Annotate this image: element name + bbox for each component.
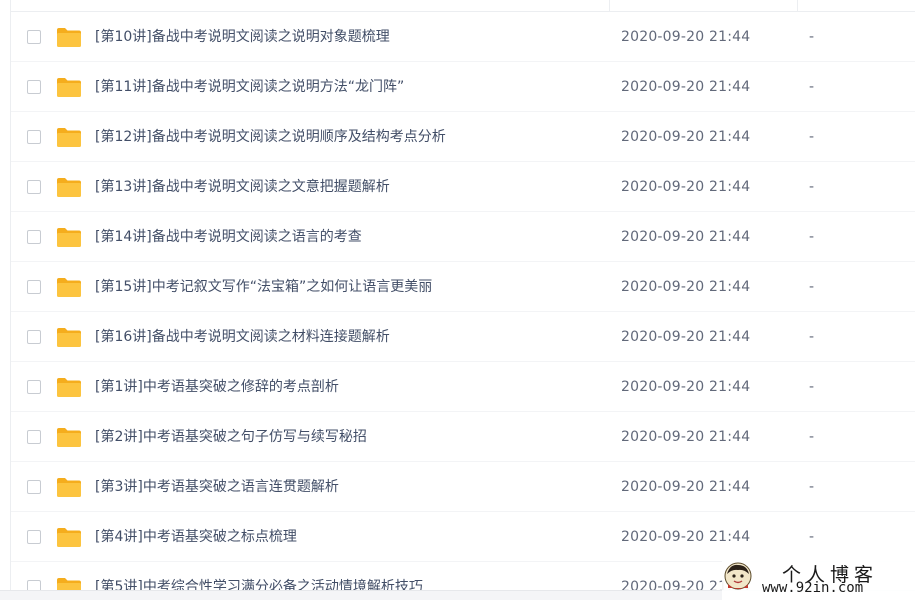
file-row[interactable]: [第13讲]备战中考说明文阅读之文意把握题解析 2020-09-20 21:44 -: [11, 162, 915, 212]
row-checkbox[interactable]: [27, 280, 41, 294]
file-row[interactable]: [第10讲]备战中考说明文阅读之说明对象题梳理 2020-09-20 21:44 -: [11, 12, 915, 62]
file-size: -: [809, 329, 815, 345]
file-name[interactable]: [第2讲]中考语基突破之句子仿写与续写秘招: [95, 428, 367, 446]
file-row[interactable]: [第11讲]备战中考说明文阅读之说明方法“龙门阵” 2020-09-20 21:4…: [11, 62, 915, 112]
file-row[interactable]: [第12讲]备战中考说明文阅读之说明顺序及结构考点分析 2020-09-20 21…: [11, 112, 915, 162]
file-row[interactable]: [第1讲]中考语基突破之修辞的考点剖析 2020-09-20 21:44 -: [11, 362, 915, 412]
watermark-url: www.92in.com: [762, 580, 864, 596]
file-row[interactable]: [第15讲]中考记叙文写作“法宝箱”之如何让语言更美丽 2020-09-20 21…: [11, 262, 915, 312]
file-list: [第10讲]备战中考说明文阅读之说明对象题梳理 2020-09-20 21:44 -…: [11, 12, 915, 600]
file-date: 2020-09-20 21:44: [621, 429, 751, 445]
file-name[interactable]: [第3讲]中考语基突破之语言连贯题解析: [95, 478, 339, 496]
row-checkbox[interactable]: [27, 180, 41, 194]
file-name[interactable]: [第15讲]中考记叙文写作“法宝箱”之如何让语言更美丽: [95, 278, 432, 296]
avatar-icon: [724, 562, 752, 590]
row-checkbox[interactable]: [27, 80, 41, 94]
file-name[interactable]: [第13讲]备战中考说明文阅读之文意把握题解析: [95, 178, 390, 196]
folder-icon: [57, 278, 81, 297]
file-size: -: [809, 529, 815, 545]
file-row[interactable]: [第3讲]中考语基突破之语言连贯题解析 2020-09-20 21:44 -: [11, 462, 915, 512]
file-size: -: [809, 29, 815, 45]
file-date: 2020-09-20 21:44: [621, 329, 751, 345]
file-size: -: [809, 379, 815, 395]
file-row[interactable]: [第2讲]中考语基突破之句子仿写与续写秘招 2020-09-20 21:44 -: [11, 412, 915, 462]
file-browser: [第10讲]备战中考说明文阅读之说明对象题梳理 2020-09-20 21:44 -…: [0, 0, 915, 600]
folder-icon: [57, 328, 81, 347]
watermark: 个人博客 www.92in.com: [722, 558, 915, 600]
file-date: 2020-09-20 21:44: [621, 529, 751, 545]
file-date: 2020-09-20 21:44: [621, 379, 751, 395]
folder-icon: [57, 178, 81, 197]
file-date: 2020-09-20 21:44: [621, 279, 751, 295]
file-row[interactable]: [第4讲]中考语基突破之标点梳理 2020-09-20 21:44 -: [11, 512, 915, 562]
row-checkbox[interactable]: [27, 480, 41, 494]
row-checkbox[interactable]: [27, 130, 41, 144]
file-date: 2020-09-20 21:44: [621, 129, 751, 145]
folder-icon: [57, 28, 81, 47]
folder-icon: [57, 478, 81, 497]
file-date: 2020-09-20 21:44: [621, 29, 751, 45]
row-checkbox[interactable]: [27, 530, 41, 544]
file-size: -: [809, 79, 815, 95]
file-name[interactable]: [第4讲]中考语基突破之标点梳理: [95, 528, 297, 546]
file-size: -: [809, 179, 815, 195]
file-name[interactable]: [第10讲]备战中考说明文阅读之说明对象题梳理: [95, 28, 390, 46]
file-date: 2020-09-20 21:44: [621, 479, 751, 495]
file-name[interactable]: [第11讲]备战中考说明文阅读之说明方法“龙门阵”: [95, 78, 404, 96]
folder-icon: [57, 228, 81, 247]
folder-icon: [57, 528, 81, 547]
folder-icon: [57, 428, 81, 447]
file-name[interactable]: [第12讲]备战中考说明文阅读之说明顺序及结构考点分析: [95, 128, 446, 146]
folder-icon: [57, 378, 81, 397]
file-date: 2020-09-20 21:44: [621, 79, 751, 95]
folder-icon: [57, 128, 81, 147]
row-checkbox[interactable]: [27, 380, 41, 394]
file-row[interactable]: [第16讲]备战中考说明文阅读之材料连接题解析 2020-09-20 21:44 -: [11, 312, 915, 362]
file-name[interactable]: [第14讲]备战中考说明文阅读之语言的考查: [95, 228, 362, 246]
file-size: -: [809, 479, 815, 495]
column-divider: [609, 0, 610, 11]
file-size: -: [809, 279, 815, 295]
file-name[interactable]: [第16讲]备战中考说明文阅读之材料连接题解析: [95, 328, 390, 346]
folder-icon: [57, 78, 81, 97]
file-size: -: [809, 129, 815, 145]
row-checkbox[interactable]: [27, 430, 41, 444]
file-size: -: [809, 429, 815, 445]
row-checkbox[interactable]: [27, 330, 41, 344]
column-divider: [797, 0, 798, 11]
header-strip: [11, 0, 915, 12]
file-size: -: [809, 229, 815, 245]
file-row[interactable]: [第14讲]备战中考说明文阅读之语言的考查 2020-09-20 21:44 -: [11, 212, 915, 262]
row-checkbox[interactable]: [27, 230, 41, 244]
file-date: 2020-09-20 21:44: [621, 229, 751, 245]
file-name[interactable]: [第1讲]中考语基突破之修辞的考点剖析: [95, 378, 339, 396]
row-checkbox[interactable]: [27, 30, 41, 44]
file-date: 2020-09-20 21:44: [621, 179, 751, 195]
